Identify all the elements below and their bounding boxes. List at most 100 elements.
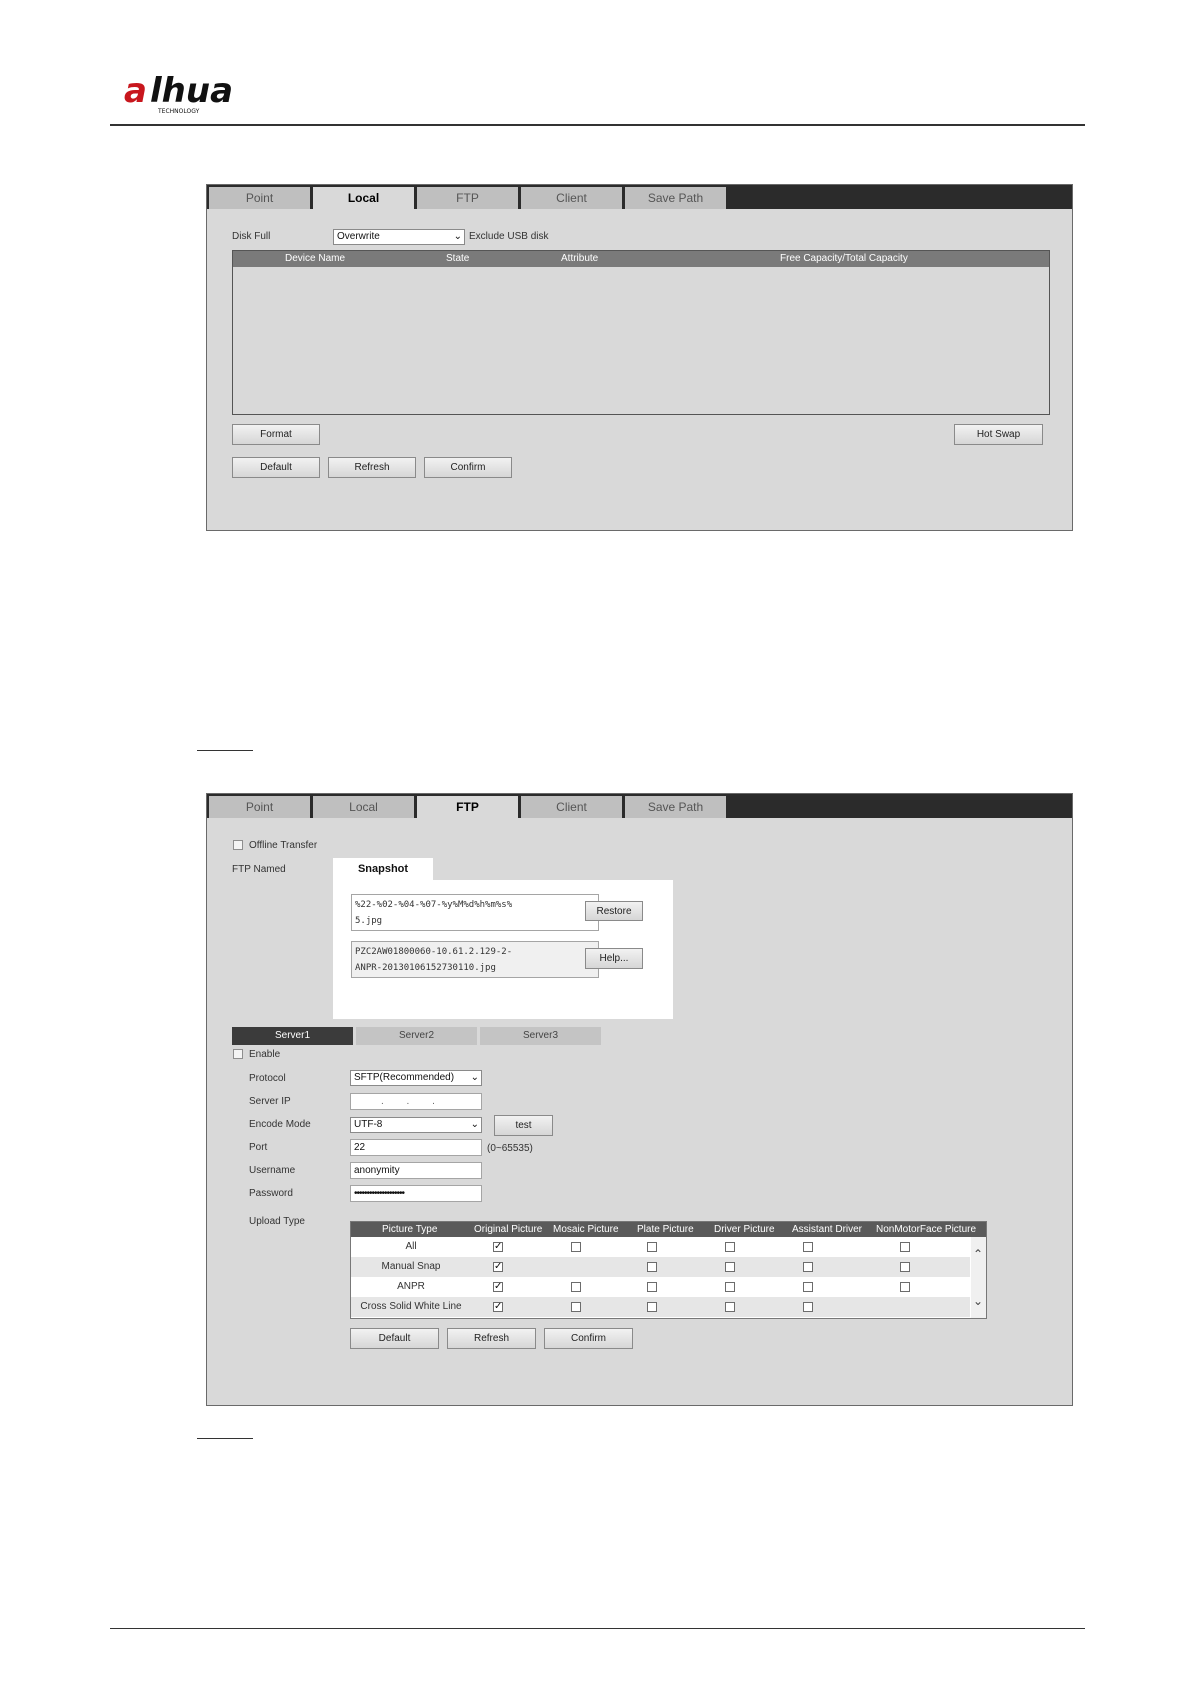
upload-checkbox[interactable]	[647, 1242, 657, 1252]
col-assistant-driver: Assistant Driver	[792, 1224, 863, 1235]
disk-full-label: Disk Full	[232, 231, 271, 242]
picture-type-name: Manual Snap	[381, 1261, 441, 1272]
upload-checkbox[interactable]	[900, 1242, 910, 1252]
col-device-name: Device Name	[285, 253, 346, 264]
snapshot-naming-box: %22-%02-%04-%07-%y%M%d%h%m%s% 5.jpg Rest…	[333, 880, 673, 1019]
disk-full-select[interactable]: Overwrite ⌄	[333, 229, 465, 245]
name-pattern-line1: %22-%02-%04-%07-%y%M%d%h%m%s%	[355, 900, 513, 910]
chevron-down-icon[interactable]: ⌄	[973, 1294, 983, 1308]
col-driver-picture: Driver Picture	[714, 1224, 775, 1235]
upload-checkbox[interactable]	[571, 1302, 581, 1312]
upload-checkbox[interactable]	[803, 1302, 813, 1312]
ftp-panel: Point Local FTP Client Save Path Offline…	[206, 793, 1073, 1406]
upload-checkbox[interactable]	[571, 1282, 581, 1292]
tab-client[interactable]: Client	[521, 187, 622, 209]
upload-checkbox[interactable]	[725, 1282, 735, 1292]
disk-table-header: Device Name State Attribute Free Capacit…	[233, 251, 1049, 267]
table-row: ANPR ✓	[351, 1277, 970, 1297]
enable-checkbox[interactable]	[233, 1049, 243, 1059]
upload-checkbox[interactable]: ✓	[493, 1282, 503, 1292]
tab-server2[interactable]: Server2	[356, 1027, 477, 1045]
protocol-select[interactable]: SFTP(Recommended) ⌄	[350, 1070, 482, 1086]
tab-local[interactable]: Local	[313, 187, 414, 210]
refresh-button[interactable]: Refresh	[328, 457, 416, 478]
col-original-picture: Original Picture	[474, 1224, 543, 1235]
tab-point[interactable]: Point	[209, 796, 310, 818]
server-ip-label: Server IP	[249, 1096, 291, 1107]
default-button[interactable]: Default	[232, 457, 320, 478]
tab-bar: Point Local FTP Client Save Path	[207, 794, 1072, 819]
upload-checkbox[interactable]: ✓	[493, 1242, 503, 1252]
upload-checkbox[interactable]	[725, 1242, 735, 1252]
upload-checkbox[interactable]	[900, 1282, 910, 1292]
picture-type-name: ANPR	[397, 1281, 425, 1292]
refresh-button[interactable]: Refresh	[447, 1328, 536, 1349]
upload-checkbox[interactable]	[900, 1262, 910, 1272]
svg-text:TECHNOLOGY: TECHNOLOGY	[157, 108, 200, 115]
dahua-logo: a lhua TECHNOLOGY	[124, 71, 233, 115]
protocol-value: SFTP(Recommended)	[354, 1072, 455, 1083]
encode-mode-value: UTF-8	[354, 1119, 383, 1130]
upload-checkbox[interactable]	[803, 1262, 813, 1272]
col-plate-picture: Plate Picture	[637, 1224, 694, 1235]
tab-save-path[interactable]: Save Path	[625, 187, 726, 209]
tab-bar: Point Local FTP Client Save Path	[207, 185, 1072, 210]
offline-transfer-label: Offline Transfer	[249, 840, 318, 851]
chevron-down-icon: ⌄	[470, 1072, 479, 1083]
format-button[interactable]: Format	[232, 424, 320, 445]
picture-type-name: Cross Solid White Line	[360, 1301, 462, 1312]
tab-server3[interactable]: Server3	[480, 1027, 601, 1045]
protocol-label: Protocol	[249, 1073, 286, 1084]
test-button[interactable]: test	[494, 1115, 553, 1136]
username-input[interactable]: anonymity	[350, 1162, 482, 1179]
upload-checkbox[interactable]	[725, 1302, 735, 1312]
default-button[interactable]: Default	[350, 1328, 439, 1349]
port-input[interactable]: 22	[350, 1139, 482, 1156]
col-nonmotorface-picture: NonMotorFace Picture	[876, 1224, 977, 1235]
username-label: Username	[249, 1165, 296, 1176]
encode-mode-select[interactable]: UTF-8 ⌄	[350, 1117, 482, 1133]
upload-checkbox[interactable]	[803, 1242, 813, 1252]
upload-checkbox[interactable]: ✓	[493, 1302, 503, 1312]
footer-divider	[110, 1628, 1085, 1629]
tab-ftp[interactable]: FTP	[417, 796, 518, 819]
upload-type-label: Upload Type	[249, 1216, 305, 1227]
tab-point[interactable]: Point	[209, 187, 310, 209]
upload-checkbox[interactable]	[647, 1262, 657, 1272]
upload-checkbox[interactable]	[725, 1262, 735, 1272]
picture-type-name: All	[405, 1241, 417, 1252]
tab-save-path[interactable]: Save Path	[625, 796, 726, 818]
svg-text:a: a	[124, 71, 147, 111]
confirm-button[interactable]: Confirm	[544, 1328, 633, 1349]
name-pattern-field[interactable]: %22-%02-%04-%07-%y%M%d%h%m%s% 5.jpg	[351, 894, 599, 931]
step-underline	[197, 750, 253, 751]
tab-local[interactable]: Local	[313, 796, 414, 818]
password-input[interactable]: ••••••••••••••••••••	[350, 1185, 482, 1202]
col-mosaic-picture: Mosaic Picture	[553, 1224, 619, 1235]
enable-label: Enable	[249, 1049, 281, 1060]
tab-client[interactable]: Client	[521, 796, 622, 818]
tab-server1[interactable]: Server1	[232, 1027, 353, 1045]
tab-ftp[interactable]: FTP	[417, 187, 518, 209]
restore-button[interactable]: Restore	[585, 901, 643, 921]
upload-checkbox[interactable]: ✓	[493, 1262, 503, 1272]
ftp-named-label: FTP Named	[232, 864, 286, 875]
upload-checkbox[interactable]	[647, 1282, 657, 1292]
upload-table-scrollbar[interactable]: ⌃ ⌄	[971, 1237, 986, 1318]
exclude-usb-label: Exclude USB disk	[469, 231, 549, 242]
help-button[interactable]: Help...	[585, 948, 643, 969]
header-divider	[110, 124, 1085, 126]
chevron-up-icon[interactable]: ⌃	[973, 1247, 983, 1261]
confirm-button[interactable]: Confirm	[424, 457, 512, 478]
upload-checkbox[interactable]	[571, 1242, 581, 1252]
name-example-field: PZC2AW01800060-10.61.2.129-2- ANPR-20130…	[351, 941, 599, 978]
chevron-down-icon: ⌄	[470, 1119, 479, 1130]
offline-transfer-checkbox[interactable]	[233, 840, 243, 850]
upload-checkbox[interactable]	[803, 1282, 813, 1292]
chevron-down-icon: ⌄	[453, 231, 462, 242]
snapshot-tab[interactable]: Snapshot	[333, 858, 433, 880]
disk-full-value: Overwrite	[337, 231, 380, 242]
hot-swap-button[interactable]: Hot Swap	[954, 424, 1043, 445]
server-ip-input[interactable]: . . .	[350, 1093, 482, 1110]
upload-checkbox[interactable]	[647, 1302, 657, 1312]
